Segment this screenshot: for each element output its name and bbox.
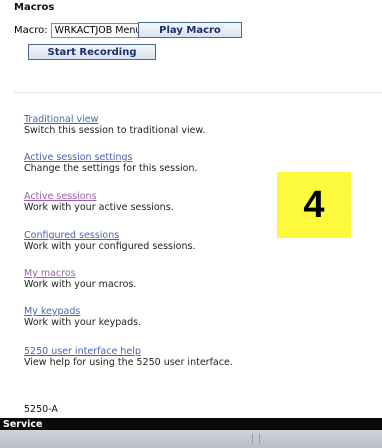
- service-label: Service: [3, 418, 43, 430]
- configured-sessions-description: Work with your configured sessions.: [24, 241, 196, 252]
- nav-ui-help: 5250 user interface help View help for u…: [24, 346, 233, 368]
- my-keypads-link[interactable]: My keypads: [24, 306, 141, 317]
- nav-my-macros: My macros Work with your macros.: [24, 268, 136, 290]
- traditional-view-description: Switch this session to traditional view.: [24, 125, 206, 136]
- ui-help-link[interactable]: 5250 user interface help: [24, 346, 233, 357]
- section-divider: [14, 92, 382, 93]
- scroll-grip-icon[interactable]: [252, 434, 260, 444]
- nav-my-keypads: My keypads Work with your keypads.: [24, 306, 141, 328]
- macros-section-title: Macros: [14, 2, 55, 13]
- active-session-settings-link[interactable]: Active session settings: [24, 152, 198, 163]
- configured-sessions-link[interactable]: Configured sessions: [24, 230, 195, 241]
- active-sessions-description: Work with your active sessions.: [24, 202, 174, 213]
- my-keypads-description: Work with your keypads.: [24, 317, 142, 328]
- ui-help-description: View help for using the 5250 user interf…: [24, 357, 233, 368]
- my-macros-link[interactable]: My macros: [24, 268, 136, 279]
- active-sessions-link[interactable]: Active sessions: [24, 191, 174, 202]
- service-status-bar: Service: [0, 418, 382, 430]
- session-id-label: 5250-A: [24, 404, 58, 415]
- nav-traditional-view: Traditional view Switch this session to …: [24, 114, 205, 136]
- horizontal-scrollbar[interactable]: [0, 430, 382, 448]
- traditional-view-link[interactable]: Traditional view: [24, 114, 205, 125]
- my-macros-description: Work with your macros.: [24, 279, 137, 290]
- nav-active-session-settings: Active session settings Change the setti…: [24, 152, 198, 174]
- active-session-settings-description: Change the settings for this session.: [24, 163, 198, 174]
- play-macro-button[interactable]: Play Macro: [138, 22, 242, 38]
- start-recording-button[interactable]: Start Recording: [28, 44, 156, 60]
- nav-active-sessions: Active sessions Work with your active se…: [24, 191, 174, 213]
- step-number-badge: 4: [277, 172, 351, 238]
- nav-configured-sessions: Configured sessions Work with your confi…: [24, 230, 195, 252]
- macro-label: Macro:: [14, 24, 48, 36]
